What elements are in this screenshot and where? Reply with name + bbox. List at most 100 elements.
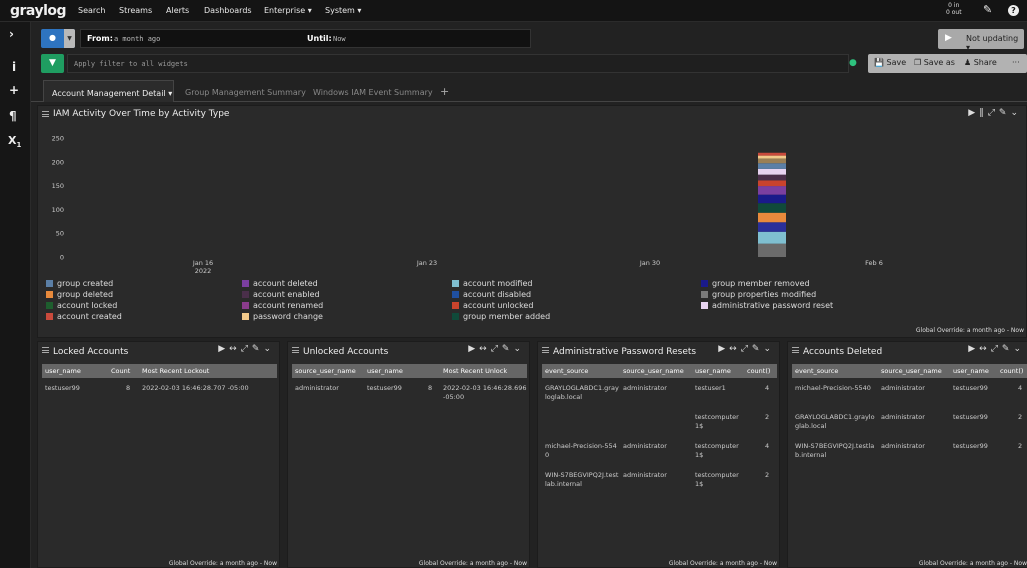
expand-icon[interactable]: ⤢ (241, 344, 252, 354)
legend-item[interactable]: account deleted (242, 279, 318, 288)
parameter-icon[interactable]: X1 (8, 134, 21, 149)
compress-icon[interactable]: ↔ (229, 344, 241, 354)
tab-group-management-summary[interactable]: Group Management Summary (185, 80, 306, 102)
chevron-down-icon[interactable]: ⌄ (1010, 108, 1022, 118)
drag-handle-icon[interactable] (292, 347, 299, 353)
bar-segment[interactable] (758, 155, 786, 159)
legend-item[interactable]: account disabled (452, 290, 531, 299)
chevron-down-icon[interactable]: ⌄ (763, 344, 775, 354)
legend-item[interactable]: group member removed (701, 279, 810, 288)
more-actions-button[interactable]: ··· (1012, 58, 1020, 67)
tab-account-management-detail[interactable]: Account Management Detail ▾ (43, 80, 174, 102)
column-header[interactable]: user_name (45, 367, 81, 375)
graylog-logo[interactable]: graylog (10, 3, 67, 19)
drag-handle-icon[interactable] (42, 347, 49, 353)
column-header[interactable]: user_name (695, 367, 731, 375)
legend-item[interactable]: administrative password reset (701, 301, 833, 310)
add-tab-icon[interactable]: + (440, 85, 449, 98)
edit-icon[interactable]: ✎ (252, 344, 264, 354)
filter-button[interactable]: ▼ (41, 54, 64, 73)
time-range-display[interactable]: From: a month ago Until: Now (80, 29, 531, 48)
bar-segment[interactable] (758, 180, 786, 187)
legend-item[interactable]: account modified (452, 279, 532, 288)
bar-segment[interactable] (758, 231, 786, 244)
compress-icon[interactable]: ↔ (729, 344, 741, 354)
compress-icon[interactable]: ‖ (979, 108, 988, 118)
tab-windows-iam-event-summary[interactable]: Windows IAM Event Summary (313, 80, 433, 102)
chevron-down-icon[interactable]: ⌄ (513, 344, 525, 354)
info-icon[interactable]: i (12, 60, 16, 74)
drag-handle-icon[interactable] (792, 347, 799, 353)
nav-search[interactable]: Search (78, 6, 105, 15)
share-button[interactable]: ♟ Share (964, 58, 997, 67)
edit-icon[interactable]: ✎ (752, 344, 764, 354)
bar-segment[interactable] (758, 203, 786, 213)
legend-item[interactable]: group member added (452, 312, 550, 321)
edit-icon[interactable]: ✎ (983, 3, 992, 16)
chevron-down-icon[interactable]: ⌄ (1013, 344, 1025, 354)
nav-streams[interactable]: Streams (119, 6, 152, 15)
nav-enterprise[interactable]: Enterprise ▾ (264, 6, 312, 15)
time-range-type-button[interactable]: ● ▼ (41, 29, 75, 48)
bar-segment[interactable] (758, 158, 786, 164)
legend-item[interactable]: group deleted (46, 290, 113, 299)
bar-segment[interactable] (758, 168, 786, 175)
play-icon[interactable]: ▶ (968, 344, 979, 354)
drag-handle-icon[interactable] (542, 347, 549, 353)
filter-input[interactable]: Apply filter to all widgets (67, 54, 849, 73)
column-header[interactable]: count() (1000, 367, 1023, 375)
expand-icon[interactable]: ⤢ (491, 344, 502, 354)
legend-item[interactable]: account renamed (242, 301, 323, 310)
legend-item[interactable]: account enabled (242, 290, 320, 299)
throughput-indicator[interactable]: 0 in 0 out (946, 2, 962, 16)
bar-segment[interactable] (758, 212, 786, 223)
column-header[interactable]: source_user_name (295, 367, 356, 375)
column-header[interactable]: Most Recent Lockout (142, 367, 209, 375)
legend-item[interactable]: account created (46, 312, 122, 321)
play-icon[interactable]: ▶ (968, 108, 979, 118)
column-header[interactable]: Most Recent Unlock (443, 367, 507, 375)
chevron-down-icon[interactable]: ⌄ (263, 344, 275, 354)
chevron-right-icon[interactable]: › (9, 27, 14, 41)
column-header[interactable]: user_name (953, 367, 989, 375)
drag-handle-icon[interactable] (42, 111, 49, 117)
bar-segment[interactable] (758, 174, 786, 181)
pin-icon[interactable]: ● (849, 58, 857, 68)
bar-segment[interactable] (758, 186, 786, 195)
play-icon[interactable]: ▶ (218, 344, 229, 354)
bar-segment[interactable] (758, 222, 786, 232)
play-icon[interactable]: ▶ (718, 344, 729, 354)
legend-item[interactable]: group created (46, 279, 113, 288)
caret-down-icon[interactable]: ▼ (64, 29, 75, 48)
column-header[interactable]: source_user_name (623, 367, 684, 375)
compress-icon[interactable]: ↔ (979, 344, 991, 354)
expand-icon[interactable]: ⤢ (991, 344, 1002, 354)
legend-item[interactable]: group properties modified (701, 290, 816, 299)
column-header[interactable]: Count (111, 367, 130, 375)
bar-segment[interactable] (758, 152, 786, 156)
nav-alerts[interactable]: Alerts (166, 6, 189, 15)
column-header[interactable]: source_user_name (881, 367, 942, 375)
column-header[interactable]: event_source (795, 367, 838, 375)
bar-segment[interactable] (758, 194, 786, 204)
expand-icon[interactable]: ⤢ (988, 108, 999, 118)
edit-icon[interactable]: ✎ (999, 108, 1011, 118)
edit-icon[interactable]: ✎ (502, 344, 514, 354)
legend-item[interactable]: account locked (46, 301, 117, 310)
save-button[interactable]: 💾 Save (874, 58, 906, 67)
nav-dashboards[interactable]: Dashboards (204, 6, 252, 15)
help-icon[interactable]: ? (1008, 5, 1019, 16)
expand-icon[interactable]: ⤢ (741, 344, 752, 354)
legend-item[interactable]: password change (242, 312, 323, 321)
legend-item[interactable]: account unlocked (452, 301, 533, 310)
save-as-button[interactable]: ❐ Save as (914, 58, 955, 67)
bar-segment[interactable] (758, 243, 786, 257)
plus-icon[interactable]: + (9, 83, 19, 97)
play-icon[interactable]: ▶ (468, 344, 479, 354)
paragraph-icon[interactable]: ¶ (9, 109, 17, 123)
compress-icon[interactable]: ↔ (479, 344, 491, 354)
refresh-button[interactable]: ▶ Not updating ▾ (938, 29, 1024, 52)
edit-icon[interactable]: ✎ (1002, 344, 1014, 354)
column-header[interactable]: event_source (545, 367, 588, 375)
bar-segment[interactable] (758, 163, 786, 169)
